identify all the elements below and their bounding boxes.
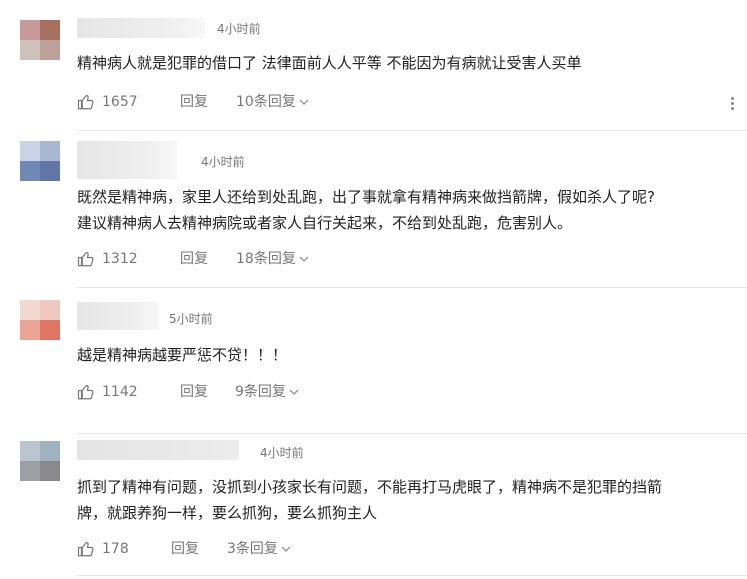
- username-blurred[interactable]: [77, 141, 177, 179]
- chevron-down-icon: [299, 256, 309, 262]
- avatar-pixel: [40, 20, 60, 40]
- username-blurred[interactable]: [77, 302, 159, 330]
- comment-line: 抓到了精神有问题，没抓到小孩家长有问题，不能再打马虎眼了，精神病不是犯罪的挡箭: [77, 478, 663, 496]
- avatar-pixel: [20, 461, 40, 481]
- avatar-pixel: [20, 40, 40, 60]
- comment-line: 既然是精神病，家里人还给到处乱跑，出了事就拿有精神病来做挡箭牌，假如杀人了呢?: [77, 188, 655, 206]
- comment-item: 5小时前 越是精神病越要严惩不贷！！！ 1142 回复 9条回复: [0, 288, 747, 434]
- thumbs-up-icon: [77, 252, 94, 267]
- reply-button[interactable]: 回复: [180, 382, 208, 402]
- avatar-pixel: [40, 141, 60, 161]
- avatar-pixel: [40, 300, 60, 320]
- chevron-down-icon: [281, 546, 291, 552]
- view-replies-button[interactable]: 9条回复: [235, 382, 300, 402]
- avatar-pixel: [40, 461, 60, 481]
- view-replies-button[interactable]: 18条回复: [236, 249, 310, 269]
- avatar-pixel: [20, 441, 40, 461]
- avatar-pixel: [20, 300, 40, 320]
- avatar-pixel: [20, 141, 40, 161]
- avatar[interactable]: [20, 441, 60, 481]
- replies-count: 9条回复: [235, 384, 286, 400]
- like-button[interactable]: 178: [77, 539, 129, 559]
- avatar-pixel: [40, 40, 60, 60]
- username-blurred[interactable]: [77, 440, 239, 460]
- chevron-down-icon: [299, 99, 309, 105]
- like-count: 1142: [102, 384, 138, 400]
- like-count: 1657: [102, 94, 138, 110]
- avatar-pixel: [40, 441, 60, 461]
- comment-text: 越是精神病越要严惩不贷！！！: [77, 342, 287, 368]
- avatar[interactable]: [20, 141, 60, 181]
- like-button[interactable]: 1312: [77, 249, 138, 269]
- comment-text: 既然是精神病，家里人还给到处乱跑，出了事就拿有精神病来做挡箭牌，假如杀人了呢? …: [77, 184, 655, 236]
- replies-count: 18条回复: [236, 251, 296, 267]
- comment-text: 抓到了精神有问题，没抓到小孩家长有问题，不能再打马虎眼了，精神病不是犯罪的挡箭 …: [77, 474, 662, 526]
- like-button[interactable]: 1657: [77, 92, 138, 112]
- avatar[interactable]: [20, 20, 60, 60]
- chevron-down-icon: [289, 389, 299, 395]
- avatar-pixel: [40, 320, 60, 340]
- username-blurred[interactable]: [77, 18, 205, 38]
- thumbs-up-icon: [77, 542, 94, 557]
- replies-count: 10条回复: [236, 94, 296, 110]
- comment-time: 4小时前: [217, 22, 261, 36]
- avatar-pixel: [20, 20, 40, 40]
- comment-item: 4小时前 精神病人就是犯罪的借口了 法律面前人人平等 不能因为有病就让受害人买单…: [0, 0, 747, 131]
- comment-line: 精神病人就是犯罪的借口了 法律面前人人平等 不能因为有病就让受害人买单: [77, 54, 582, 72]
- comment-time: 4小时前: [260, 446, 304, 460]
- divider: [77, 575, 747, 576]
- view-replies-button[interactable]: 3条回复: [227, 539, 292, 559]
- more-vertical-icon[interactable]: [731, 97, 735, 111]
- avatar-pixel: [40, 161, 60, 181]
- replies-count: 3条回复: [227, 541, 278, 557]
- comment-time: 4小时前: [201, 155, 245, 169]
- like-count: 1312: [102, 251, 138, 267]
- comment-line: 越是精神病越要严惩不贷！！！: [77, 346, 288, 364]
- like-button[interactable]: 1142: [77, 382, 138, 402]
- comment-item: 4小时前 抓到了精神有问题，没抓到小孩家长有问题，不能再打马虎眼了，精神病不是犯…: [0, 434, 747, 579]
- reply-button[interactable]: 回复: [180, 249, 208, 269]
- avatar-pixel: [20, 320, 40, 340]
- thumbs-up-icon: [77, 385, 94, 400]
- avatar-pixel: [20, 161, 40, 181]
- reply-button[interactable]: 回复: [180, 92, 208, 112]
- view-replies-button[interactable]: 10条回复: [236, 92, 310, 112]
- thumbs-up-icon: [77, 95, 94, 110]
- comment-text: 精神病人就是犯罪的借口了 法律面前人人平等 不能因为有病就让受害人买单: [77, 50, 582, 76]
- reply-button[interactable]: 回复: [171, 539, 199, 559]
- comment-time: 5小时前: [169, 312, 213, 326]
- comment-item: 4小时前 既然是精神病，家里人还给到处乱跑，出了事就拿有精神病来做挡箭牌，假如杀…: [0, 131, 747, 288]
- comment-line: 牌，就跟养狗一样，要么抓狗，要么抓狗主人: [77, 504, 378, 522]
- comment-line: 建议精神病人去精神病院或者家人自行关起来，不给到处乱跑，危害别人。: [77, 214, 573, 232]
- avatar[interactable]: [20, 300, 60, 340]
- like-count: 178: [102, 541, 129, 557]
